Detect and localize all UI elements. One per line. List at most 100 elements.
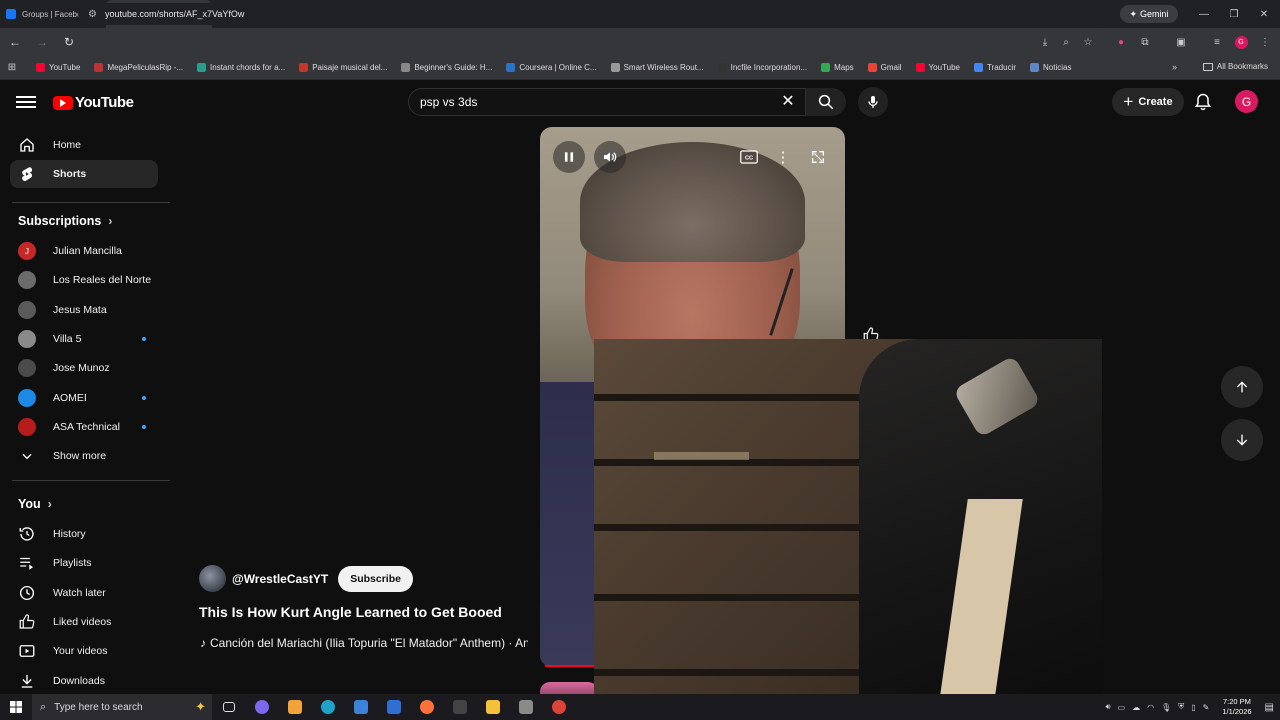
captions-button[interactable]: CC: [735, 141, 763, 173]
sidebar-item-history[interactable]: History: [10, 520, 158, 548]
taskbar-clock[interactable]: 7:20 PM 1/1/2026: [1222, 697, 1251, 717]
chrome-icon[interactable]: [542, 694, 575, 720]
start-button[interactable]: [0, 694, 32, 720]
reload-button[interactable]: ↻: [57, 30, 81, 54]
subscription-item[interactable]: Jose Munoz: [10, 354, 158, 382]
wifi-icon[interactable]: ◠: [1147, 703, 1154, 712]
show-more-button[interactable]: Show more: [10, 442, 158, 470]
back-button[interactable]: ←: [3, 30, 27, 54]
windows-logo-icon: [10, 701, 22, 713]
bookmark-item[interactable]: Gmail: [867, 63, 902, 72]
short-title[interactable]: This Is How Kurt Angle Learned to Get Bo…: [199, 604, 502, 620]
menu-hamburger-icon[interactable]: [16, 92, 36, 112]
youtube-logo[interactable]: YouTube: [53, 94, 134, 111]
restore-button[interactable]: ❐: [1218, 0, 1250, 28]
extension-icon[interactable]: ●: [1112, 33, 1130, 51]
channel-avatar[interactable]: [199, 565, 226, 592]
subscriptions-heading[interactable]: Subscriptions ›: [18, 214, 112, 228]
notifications-bell-icon[interactable]: [1193, 92, 1213, 112]
bookmark-item[interactable]: YouTube: [915, 63, 960, 72]
volume-button[interactable]: [594, 141, 626, 173]
search-button[interactable]: [806, 88, 846, 116]
onedrive-icon[interactable]: ☁︎: [1132, 703, 1140, 712]
channel-avatar: [18, 359, 36, 378]
bookmark-item[interactable]: Smart Wireless Rout...: [610, 63, 704, 72]
channel-name[interactable]: @WrestleCastYT: [232, 572, 328, 586]
site-info-icon[interactable]: ⚙: [88, 9, 97, 20]
short-music-link[interactable]: ♪ Canción del Mariachi (Ilia Topuria "El…: [200, 636, 528, 650]
subscription-item[interactable]: AOMEI: [10, 384, 158, 412]
subscription-item[interactable]: J Julian Mancilla: [10, 237, 158, 265]
security-icon[interactable]: ⛨: [1178, 702, 1184, 712]
clear-search-icon[interactable]: ✕: [778, 91, 798, 111]
bookmark-item[interactable]: Traducir: [973, 63, 1016, 72]
cortana-icon[interactable]: [245, 694, 278, 720]
edge-icon[interactable]: [311, 694, 344, 720]
you-heading[interactable]: You ›: [18, 497, 52, 511]
bookmark-item[interactable]: Incfile Incorporation...: [717, 63, 807, 72]
media-control-icon[interactable]: ▣: [1172, 33, 1190, 51]
next-short-button[interactable]: [1221, 419, 1263, 461]
network-tray-icon[interactable]: ▭: [1118, 703, 1126, 712]
bookmark-item[interactable]: Paisaje musical del...: [299, 63, 387, 72]
pause-button[interactable]: [553, 141, 585, 173]
sidebar-item-playlists[interactable]: Playlists: [10, 549, 158, 577]
app-icon[interactable]: [509, 694, 542, 720]
subscribe-button[interactable]: Subscribe: [338, 565, 413, 592]
subscription-item[interactable]: Jesus Mata: [10, 296, 158, 324]
microphone-tray-icon[interactable]: 🎙︎: [1161, 703, 1171, 712]
bookmark-star-icon[interactable]: ☆: [1079, 33, 1097, 51]
bookmark-item[interactable]: Instant chords for a...: [197, 63, 285, 72]
subscription-item[interactable]: Villa 5: [10, 325, 158, 353]
sidebar-item-watch-later[interactable]: Watch later: [10, 579, 158, 607]
task-view-icon[interactable]: [212, 694, 245, 720]
sidebar-item-downloads[interactable]: Downloads: [10, 667, 158, 695]
bookmarks-overflow-icon[interactable]: »: [1172, 62, 1177, 72]
video-progress-bar[interactable]: [545, 665, 597, 667]
close-window-button[interactable]: ✕: [1248, 0, 1280, 28]
gemini-button[interactable]: ✦ Gemini: [1120, 5, 1178, 23]
notification-center-icon[interactable]: ▤: [1265, 702, 1274, 713]
create-button[interactable]: + Create: [1112, 88, 1184, 116]
zoom-icon[interactable]: ⌕: [1057, 33, 1075, 51]
apps-grid-icon[interactable]: ⊞: [0, 62, 24, 73]
bookmark-item[interactable]: Maps: [821, 63, 854, 72]
battery-icon[interactable]: ▯: [1191, 703, 1195, 712]
more-options-button[interactable]: ⋮: [769, 141, 797, 173]
sidebar-item-shorts[interactable]: Shorts: [10, 160, 158, 188]
forward-button[interactable]: →: [30, 30, 54, 54]
reading-list-icon[interactable]: ≡: [1208, 33, 1226, 51]
pen-icon[interactable]: ✎: [1203, 703, 1210, 712]
minimize-button[interactable]: —: [1188, 0, 1220, 28]
bookmark-item[interactable]: YouTube: [36, 63, 80, 72]
sidebar-item-your-videos[interactable]: Your videos: [10, 637, 158, 665]
search-input[interactable]: psp vs 3ds: [408, 88, 806, 116]
channel-info: @WrestleCastYT Subscribe: [199, 565, 413, 592]
sidebar-item-home[interactable]: Home: [10, 131, 158, 159]
extensions-puzzle-icon[interactable]: ⧉: [1136, 33, 1154, 51]
bookmark-item[interactable]: Coursera | Online C...: [506, 63, 597, 72]
sidebar-item-liked-videos[interactable]: Liked videos: [10, 608, 158, 636]
taskbar-search-input[interactable]: ⌕ Type here to search ✦: [32, 694, 212, 720]
all-bookmarks-button[interactable]: All Bookmarks: [1202, 62, 1268, 71]
profile-icon[interactable]: G: [1232, 33, 1250, 51]
firefox-icon[interactable]: [410, 694, 443, 720]
install-app-icon[interactable]: ⤓: [1036, 33, 1054, 51]
app-icon[interactable]: [443, 694, 476, 720]
url-field[interactable]: ⚙ youtube.com/shorts/AF_x7VaYfOw: [78, 3, 1106, 25]
volume-tray-icon[interactable]: 🔊︎: [1105, 702, 1110, 712]
file-explorer-icon[interactable]: [476, 694, 509, 720]
bookmark-item[interactable]: MegaPeliculasRip -...: [94, 63, 183, 72]
subscription-item[interactable]: ASA Technical: [10, 413, 158, 441]
fullscreen-button[interactable]: [804, 141, 832, 173]
voice-search-button[interactable]: [858, 87, 888, 117]
bookmark-item[interactable]: Noticias: [1030, 63, 1071, 72]
browser-menu-icon[interactable]: ⋮: [1256, 33, 1274, 51]
media-player-icon[interactable]: [278, 694, 311, 720]
mail-icon[interactable]: [377, 694, 410, 720]
computer-icon[interactable]: [344, 694, 377, 720]
bookmark-item[interactable]: Beginner's Guide: H...: [401, 63, 492, 72]
account-avatar[interactable]: G: [1235, 90, 1258, 113]
subscription-item[interactable]: Los Reales del Norte: [10, 266, 158, 294]
previous-short-button[interactable]: [1221, 366, 1263, 408]
